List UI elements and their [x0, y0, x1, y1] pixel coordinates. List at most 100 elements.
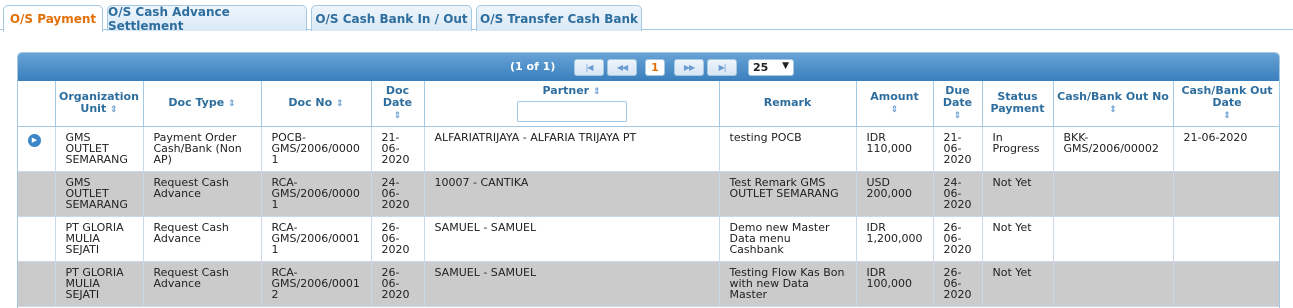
col-due-date-header[interactable]: Due Date ⇕	[933, 81, 983, 127]
col-status-payment-header: Status Payment	[982, 81, 1054, 127]
due-date-cell: 26-06-2020	[933, 261, 983, 307]
cb-out-no-cell: BKK-GMS/2006/00002	[1053, 126, 1174, 172]
page-number-label: 1	[651, 61, 659, 74]
col-partner-header[interactable]: Partner ⇕	[424, 81, 720, 127]
paginator: (1 of 1) |◀ ◀◀ 1 ▶▶ ▶| 25 ▼	[18, 53, 1279, 81]
last-page-button[interactable]: ▶|	[707, 59, 737, 76]
tab-os-transfer-cash-bank[interactable]: O/S Transfer Cash Bank	[476, 5, 642, 31]
col-header-label: Due Date	[942, 83, 973, 109]
tab-os-payment[interactable]: O/S Payment	[3, 5, 103, 32]
status-payment-cell: Not Yet	[982, 216, 1054, 262]
sort-icon: ⇕	[1223, 110, 1231, 121]
col-header-label: Doc No	[288, 95, 333, 109]
row-toggle-cell	[18, 216, 56, 262]
table-row[interactable]: ▶ GMS OUTLET SEMARANG Payment Order Cash…	[18, 126, 1279, 172]
first-page-button[interactable]: |◀	[574, 59, 604, 76]
table-row[interactable]: PT GLORIA MULIA SEJATI Request Cash Adva…	[18, 216, 1279, 262]
org-unit-cell: GMS OUTLET SEMARANG	[55, 171, 144, 217]
rows-per-page-select[interactable]: 25 ▼	[748, 59, 794, 76]
next-page-button[interactable]: ▶▶	[674, 59, 704, 76]
first-page-icon: |◀	[585, 63, 594, 72]
col-header-label: Doc Type	[168, 95, 225, 109]
col-header-label: Amount	[870, 89, 919, 103]
rows-per-page-value: 25	[753, 61, 769, 74]
doc-type-cell: Request Cash Advance	[143, 171, 262, 217]
data-table: Organization Unit ⇕ Doc Type ⇕ Doc No ⇕ …	[18, 81, 1279, 307]
col-header-label: Status Payment	[990, 90, 1045, 116]
col-doc-date-header[interactable]: Doc Date ⇕	[371, 81, 425, 127]
remark-cell: Test Remark GMS OUTLET SEMARANG	[719, 171, 857, 217]
doc-type-cell: Request Cash Advance	[143, 261, 262, 307]
cb-out-no-cell	[1053, 216, 1174, 262]
org-unit-cell: PT GLORIA MULIA SEJATI	[55, 261, 144, 307]
col-org-unit-header[interactable]: Organization Unit ⇕	[55, 81, 144, 127]
col-cb-out-date-header[interactable]: Cash/Bank Out Date ⇕	[1173, 81, 1279, 127]
col-amount-header[interactable]: Amount ⇕	[856, 81, 934, 127]
sort-icon: ⇕	[228, 98, 236, 109]
col-header-label: Partner	[542, 84, 590, 97]
tab-label: O/S Cash Bank In / Out	[315, 11, 468, 26]
tab-bar: O/S Payment O/S Cash Advance Settlement …	[0, 0, 1293, 33]
amount-cell: IDR 100,000	[856, 261, 934, 307]
tab-os-cash-bank-in-out[interactable]: O/S Cash Bank In / Out	[311, 5, 472, 31]
header-row: Organization Unit ⇕ Doc Type ⇕ Doc No ⇕ …	[18, 81, 1279, 127]
col-header-label: Organization Unit	[59, 89, 139, 115]
next-page-icon: ▶▶	[683, 63, 695, 72]
prev-page-icon: ◀◀	[616, 63, 628, 72]
row-expand-icon[interactable]: ▶	[28, 133, 41, 147]
doc-type-cell: Request Cash Advance	[143, 216, 262, 262]
remark-cell: Testing Flow Kas Bon with new Data Maste…	[719, 261, 857, 307]
col-header-label: Doc Date	[382, 83, 413, 109]
doc-no-cell: POCB-GMS/2006/00001	[261, 126, 372, 172]
col-header-label: Remark	[763, 96, 812, 110]
remark-cell: Demo new Master Data menu Cashbank	[719, 216, 857, 262]
os-payment-grid: (1 of 1) |◀ ◀◀ 1 ▶▶ ▶| 25 ▼ Organization…	[17, 52, 1280, 308]
org-unit-cell: GMS OUTLET SEMARANG	[55, 126, 144, 172]
doc-no-cell: RCA-GMS/2006/00012	[261, 261, 372, 307]
cb-out-date-cell: 21-06-2020	[1173, 126, 1279, 172]
due-date-cell: 21-06-2020	[933, 126, 983, 172]
sort-icon: ⇕	[890, 104, 899, 115]
doc-date-cell: 24-06-2020	[371, 171, 425, 217]
remark-cell: testing POCB	[719, 126, 857, 172]
status-payment-cell: In Progress	[982, 126, 1054, 172]
row-toggle-cell	[18, 261, 56, 307]
doc-date-cell: 26-06-2020	[371, 216, 425, 262]
doc-date-cell: 21-06-2020	[371, 126, 425, 172]
doc-no-cell: RCA-GMS/2006/00011	[261, 216, 372, 262]
partner-cell: SAMUEL - SAMUEL	[424, 261, 720, 307]
sort-icon: ⇕	[336, 98, 344, 109]
cb-out-no-cell	[1053, 171, 1174, 217]
sort-icon: ⇕	[953, 110, 962, 121]
row-toggle-cell	[18, 171, 56, 217]
partner-cell: SAMUEL - SAMUEL	[424, 216, 720, 262]
sort-icon: ⇕	[1109, 104, 1117, 115]
due-date-cell: 24-06-2020	[933, 171, 983, 217]
due-date-cell: 26-06-2020	[933, 216, 983, 262]
col-header-label: Cash/Bank Out No	[1057, 89, 1169, 103]
cb-out-no-cell	[1053, 261, 1174, 307]
table-row[interactable]: PT GLORIA MULIA SEJATI Request Cash Adva…	[18, 261, 1279, 307]
cb-out-date-cell	[1173, 216, 1279, 262]
tab-os-cash-advance-settlement[interactable]: O/S Cash Advance Settlement	[107, 4, 307, 33]
prev-page-button[interactable]: ◀◀	[607, 59, 637, 76]
col-cb-out-no-header[interactable]: Cash/Bank Out No ⇕	[1053, 81, 1174, 127]
last-page-icon: ▶|	[718, 63, 727, 72]
tab-label: O/S Cash Advance Settlement	[108, 4, 230, 33]
tab-label: O/S Payment	[9, 12, 97, 26]
amount-cell: USD 200,000	[856, 171, 934, 217]
cb-out-date-cell	[1173, 171, 1279, 217]
cb-out-date-cell	[1173, 261, 1279, 307]
table-row[interactable]: GMS OUTLET SEMARANG Request Cash Advance…	[18, 171, 1279, 217]
page-info: (1 of 1)	[510, 60, 556, 73]
amount-cell: IDR 110,000	[856, 126, 934, 172]
amount-cell: IDR 1,200,000	[856, 216, 934, 262]
col-select-header	[18, 81, 56, 127]
tab-label: O/S Transfer Cash Bank	[480, 11, 638, 26]
col-doc-no-header[interactable]: Doc No ⇕	[261, 81, 372, 127]
col-doc-type-header[interactable]: Doc Type ⇕	[143, 81, 262, 127]
page-number-button[interactable]: 1	[645, 59, 665, 76]
partner-filter-input[interactable]	[516, 101, 627, 122]
partner-cell: ALFARIATRIJAYA - ALFARIA TRIJAYA PT	[424, 126, 720, 172]
row-toggle-cell[interactable]: ▶	[18, 126, 56, 172]
